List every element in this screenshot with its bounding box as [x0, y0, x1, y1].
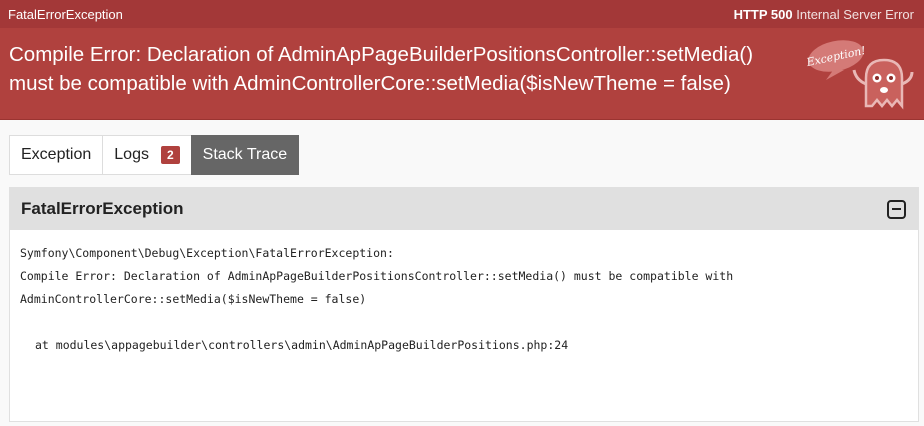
exception-panel: FatalErrorException Symfony\Component\De…	[9, 187, 919, 422]
trace-line: AdminControllerCore::setMedia($isNewThem…	[20, 292, 367, 306]
error-title-line2: must be compatible with AdminControllerC…	[9, 72, 731, 95]
http-code: HTTP 500	[733, 6, 793, 22]
tab-stack-trace-label: Stack Trace	[202, 146, 288, 163]
panel-header: FatalErrorException	[10, 188, 918, 230]
top-bar: FatalErrorException HTTP 500 Internal Se…	[0, 0, 924, 28]
stack-trace-content: Symfony\Component\Debug\Exception\FatalE…	[10, 230, 918, 357]
error-header: Compile Error: Declaration of AdminApPag…	[0, 28, 924, 120]
tab-exception-label: Exception	[21, 146, 92, 163]
trace-line: Compile Error: Declaration of AdminApPag…	[20, 269, 734, 283]
error-title: Compile Error: Declaration of AdminApPag…	[9, 40, 799, 98]
tab-stack-trace[interactable]: Stack Trace	[190, 135, 300, 175]
error-title-line1: Compile Error: Declaration of AdminApPag…	[9, 43, 754, 66]
exception-ghost-icon: Exception!	[804, 40, 914, 110]
tab-logs[interactable]: Logs 2	[102, 135, 191, 175]
panel-title: FatalErrorException	[21, 199, 184, 218]
http-status-text: Internal Server Error	[796, 6, 914, 22]
trace-line: Symfony\Component\Debug\Exception\FatalE…	[20, 246, 394, 260]
exception-name: FatalErrorException	[8, 6, 123, 22]
tab-logs-label: Logs	[114, 146, 149, 163]
http-status: HTTP 500 Internal Server Error	[734, 7, 914, 22]
collapse-icon[interactable]	[887, 199, 906, 219]
logs-count-badge: 2	[160, 146, 180, 164]
tab-bar: Exception Logs 2 Stack Trace	[9, 135, 300, 175]
tab-exception[interactable]: Exception	[9, 135, 103, 175]
trace-location: at modules\appagebuilder\controllers\adm…	[35, 338, 569, 352]
